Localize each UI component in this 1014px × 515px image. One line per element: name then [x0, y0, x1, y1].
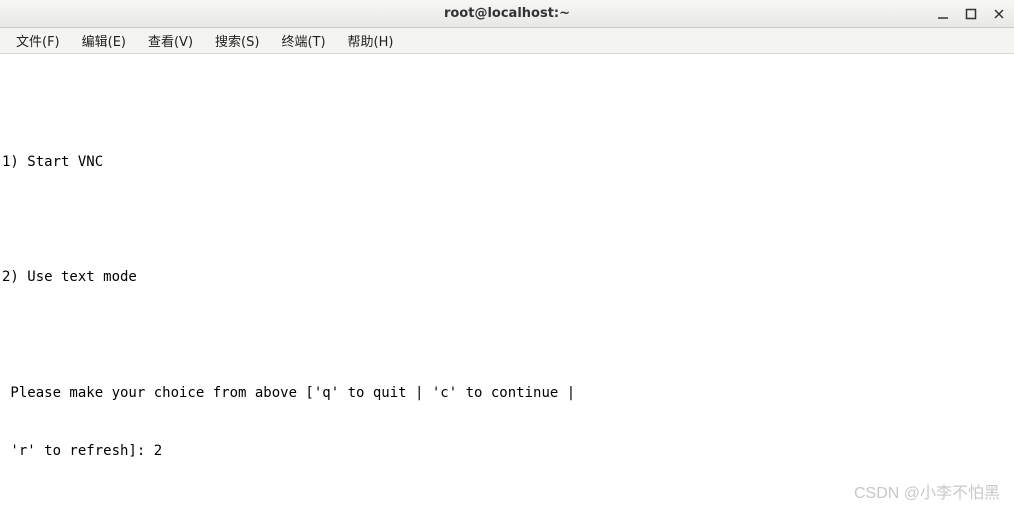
- close-icon[interactable]: [990, 7, 1008, 21]
- option-start-vnc: 1) Start VNC: [2, 153, 1012, 172]
- window-controls: [934, 0, 1008, 27]
- option-text-mode: 2) Use text mode: [2, 268, 1012, 287]
- menu-terminal[interactable]: 终端(T): [271, 28, 335, 53]
- window-titlebar: root@localhost:~: [0, 0, 1014, 28]
- menu-help[interactable]: 帮助(H): [338, 28, 404, 53]
- terminal[interactable]: 1) Start VNC 2) Use text mode Please mak…: [0, 54, 1014, 515]
- menu-view[interactable]: 查看(V): [138, 28, 203, 53]
- menu-edit[interactable]: 编辑(E): [72, 28, 136, 53]
- menubar: 文件(F) 编辑(E) 查看(V) 搜索(S) 终端(T) 帮助(H): [0, 28, 1014, 54]
- top-prompt-line2: 'r' to refresh]: 2: [2, 442, 1012, 461]
- menu-search[interactable]: 搜索(S): [205, 28, 269, 53]
- minimize-icon[interactable]: [934, 7, 952, 21]
- menu-file[interactable]: 文件(F): [6, 28, 70, 53]
- maximize-icon[interactable]: [962, 7, 980, 21]
- window-title: root@localhost:~: [0, 6, 1014, 21]
- top-prompt-line1: Please make your choice from above ['q' …: [2, 384, 1012, 403]
